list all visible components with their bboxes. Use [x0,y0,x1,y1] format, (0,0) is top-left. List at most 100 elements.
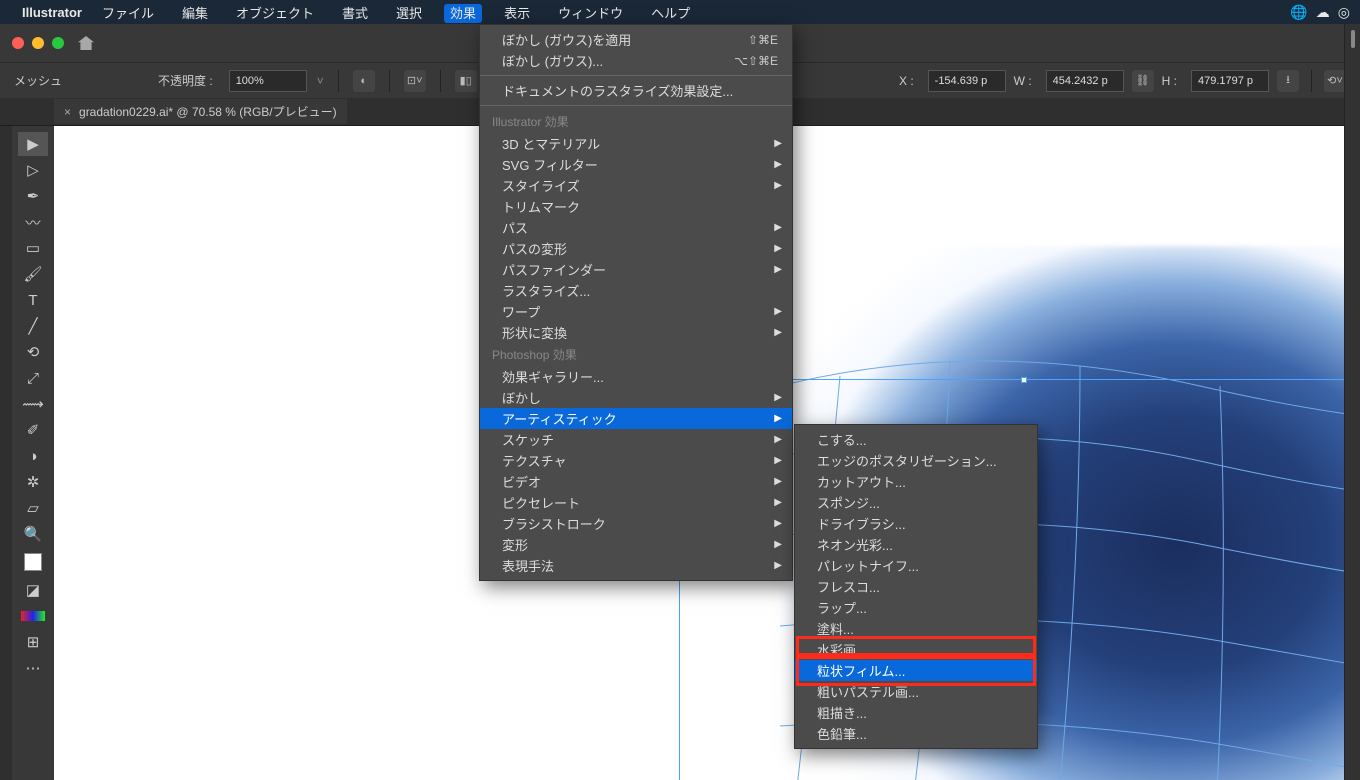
menu-item[interactable]: パス▶ [480,217,792,238]
menu-item[interactable]: ラップ... [795,597,1037,618]
chevron-right-icon: ▶ [774,306,782,317]
link-icon[interactable]: ⛓ [1132,70,1154,92]
selection-tool[interactable]: ▶ [18,132,48,156]
blend-tool[interactable]: ◑ [18,444,48,468]
menu-item[interactable]: トリムマーク [480,196,792,217]
menu-item[interactable]: パスの変形▶ [480,238,792,259]
menu-ウィンドウ[interactable]: ウィンドウ [552,4,629,23]
width-tool[interactable]: ⟿ [18,392,48,416]
document-tab[interactable]: × gradation0229.ai* @ 70.58 % (RGB/プレビュー… [54,99,347,124]
screen-mode-tool[interactable]: ⊞ [18,630,48,654]
illustrator-effects-header: Illustrator 効果 [480,110,792,133]
sync-icon[interactable]: ◎ [1338,4,1350,21]
close-tab-icon[interactable]: × [64,105,71,119]
menu-編集[interactable]: 編集 [176,4,214,23]
menu-item[interactable]: 3D とマテリアル▶ [480,133,792,154]
opacity-label: 不透明度 : [158,72,213,89]
menu-item[interactable]: 形状に変換▶ [480,322,792,343]
transform-each-icon[interactable]: ⟲˅ [1324,70,1346,92]
menu-item[interactable]: 粗いパステル画... [795,681,1037,702]
menu-オブジェクト[interactable]: オブジェクト [230,4,320,23]
no-color-icon[interactable]: ◪ [18,578,48,602]
curvature-tool[interactable]: 〰 [18,210,48,234]
menu-item[interactable]: 塗料... [795,618,1037,639]
style-icon[interactable]: ◐ [353,70,375,92]
left-strip [0,126,12,780]
menu-item[interactable]: スタイライズ▶ [480,175,792,196]
menu-item[interactable]: スケッチ▶ [480,429,792,450]
menu-apply-last[interactable]: ぼかし (ガウス)を適用 ⇧⌘E [480,29,792,50]
menu-item[interactable]: 粒状フィルム... [795,660,1037,681]
scale-tool[interactable]: ⤢ [18,366,48,390]
pen-tool[interactable]: ✒ [18,184,48,208]
menu-item[interactable]: ワープ▶ [480,301,792,322]
app-name[interactable]: Illustrator [22,5,82,20]
finalize-icon[interactable]: ⭳ [1277,70,1299,92]
line-tool[interactable]: ╱ [18,314,48,338]
menu-item[interactable]: カットアウト... [795,471,1037,492]
rectangle-tool[interactable]: ▭ [18,236,48,260]
menu-rasterize-settings[interactable]: ドキュメントのラスタライズ効果設定... [480,80,792,101]
x-input[interactable] [928,70,1006,92]
menu-item[interactable]: アーティスティック▶ [480,408,792,429]
zoom-tool[interactable]: 🔍 [18,522,48,546]
menu-ヘルプ[interactable]: ヘルプ [645,4,696,23]
chevron-right-icon: ▶ [774,392,782,403]
globe-icon[interactable]: 🌐 [1290,4,1307,21]
photoshop-effects-header: Photoshop 効果 [480,343,792,366]
menu-item[interactable]: ネオン光彩... [795,534,1037,555]
menu-item[interactable]: ドライブラシ... [795,513,1037,534]
artboard-tool[interactable]: ▱ [18,496,48,520]
maximize-icon[interactable] [52,37,64,49]
direct-selection-tool[interactable]: ▷ [18,158,48,182]
x-label: X : [899,74,914,88]
menu-書式[interactable]: 書式 [336,4,374,23]
menu-item[interactable]: こする... [795,429,1037,450]
menu-item[interactable]: 表現手法▶ [480,555,792,576]
eyedropper-tool[interactable]: ✐ [18,418,48,442]
menu-item[interactable]: ピクセレート▶ [480,492,792,513]
menu-item[interactable]: テクスチャ▶ [480,450,792,471]
menu-効果[interactable]: 効果 [444,4,482,23]
menu-item[interactable]: 色鉛筆... [795,723,1037,744]
menu-item[interactable]: パレットナイフ... [795,555,1037,576]
type-tool[interactable]: T [18,288,48,312]
gradient-strip[interactable] [18,604,48,628]
menu-item[interactable]: ビデオ▶ [480,471,792,492]
menu-item[interactable]: ぼかし▶ [480,387,792,408]
menu-item[interactable]: 効果ギャラリー... [480,366,792,387]
artistic-submenu: こする...エッジのポスタリゼーション...カットアウト...スポンジ...ドラ… [794,424,1038,749]
system-menubar: Illustrator ファイル編集オブジェクト書式選択効果表示ウィンドウヘルプ… [0,0,1360,24]
traffic-lights[interactable] [12,37,64,49]
menu-item[interactable]: フレスコ... [795,576,1037,597]
w-input[interactable] [1046,70,1124,92]
symbol-tool[interactable]: ✲ [18,470,48,494]
chevron-right-icon: ▶ [774,518,782,529]
menu-item[interactable]: パスファインダー▶ [480,259,792,280]
menu-item[interactable]: 変形▶ [480,534,792,555]
rotate-tool[interactable]: ⟲ [18,340,48,364]
menu-item[interactable]: スポンジ... [795,492,1037,513]
menu-item[interactable]: ラスタライズ... [480,280,792,301]
menu-item[interactable]: エッジのポスタリゼーション... [795,450,1037,471]
menu-item[interactable]: ブラシストローク▶ [480,513,792,534]
close-icon[interactable] [12,37,24,49]
menu-item[interactable]: 粗描き... [795,702,1037,723]
right-panel-collapsed[interactable] [1344,24,1360,780]
h-input[interactable] [1191,70,1269,92]
opacity-input[interactable] [229,70,307,92]
align-icon-1[interactable]: ▮▯ [455,70,477,92]
menu-item[interactable]: 水彩画... [795,639,1037,660]
menu-ファイル[interactable]: ファイル [96,4,160,23]
transform-icon[interactable]: ⊡˅ [404,70,426,92]
menu-表示[interactable]: 表示 [498,4,536,23]
menu-item[interactable]: SVG フィルター▶ [480,154,792,175]
fill-stroke-swatch[interactable] [18,548,48,576]
cloud-icon[interactable]: ☁ [1316,4,1330,21]
menu-選択[interactable]: 選択 [390,4,428,23]
edit-toolbar[interactable]: ⋯ [18,656,48,680]
home-icon[interactable] [78,36,94,50]
paintbrush-tool[interactable]: 🖌 [18,262,48,286]
minimize-icon[interactable] [32,37,44,49]
menu-last-effect[interactable]: ぼかし (ガウス)... ⌥⇧⌘E [480,50,792,71]
